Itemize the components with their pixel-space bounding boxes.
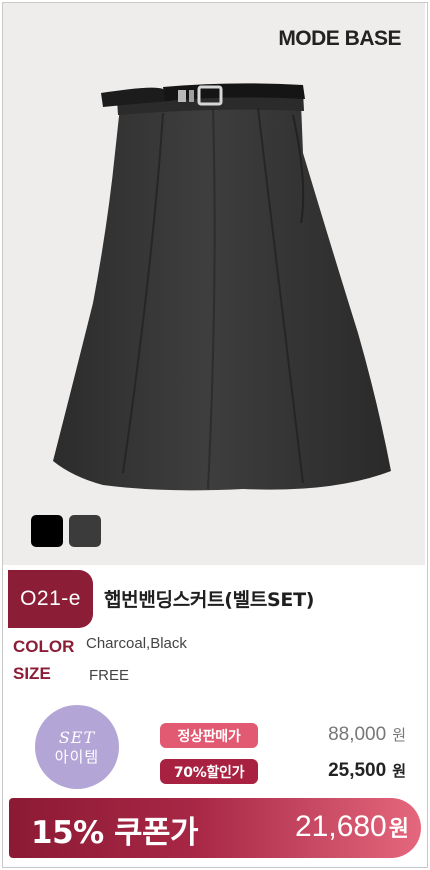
color-label: COLOR [13, 637, 75, 656]
swatch-black[interactable] [31, 515, 63, 547]
set-badge-line2: 아이템 [54, 747, 100, 766]
skirt-icon [53, 83, 391, 491]
coupon-price: 21,680원 [295, 810, 409, 844]
sale-price-currency: 원 [392, 762, 406, 780]
size-label: SIZE [13, 664, 51, 683]
sale-price-value: 25,500 [328, 760, 387, 781]
product-code-badge: O21-e [8, 570, 93, 628]
product-name[interactable]: 햅번밴딩스커트(벨트SET) [104, 585, 314, 612]
color-value: Charcoal,Black [86, 635, 187, 652]
set-item-badge: SET 아이템 [35, 705, 119, 789]
set-badge-line1: SET [58, 728, 96, 748]
normal-price: 88,000 원 [328, 724, 406, 746]
swatch-charcoal[interactable] [69, 515, 101, 547]
normal-price-tag: 정상판매가 [160, 723, 258, 748]
product-image-area[interactable]: MODE BASE [3, 3, 425, 565]
coupon-price-bar[interactable]: 15% 쿠폰가 21,680원 [9, 798, 421, 858]
normal-price-value: 88,000 [328, 724, 387, 745]
size-value: FREE [89, 667, 130, 684]
sale-price: 25,500 원 [328, 760, 406, 782]
normal-price-currency: 원 [392, 726, 406, 744]
coupon-price-currency: 원 [388, 817, 409, 842]
coupon-label: 15% 쿠폰가 [31, 815, 199, 851]
sale-price-tag: 70%할인가 [160, 759, 258, 784]
coupon-price-value: 21,680 [294, 810, 387, 843]
